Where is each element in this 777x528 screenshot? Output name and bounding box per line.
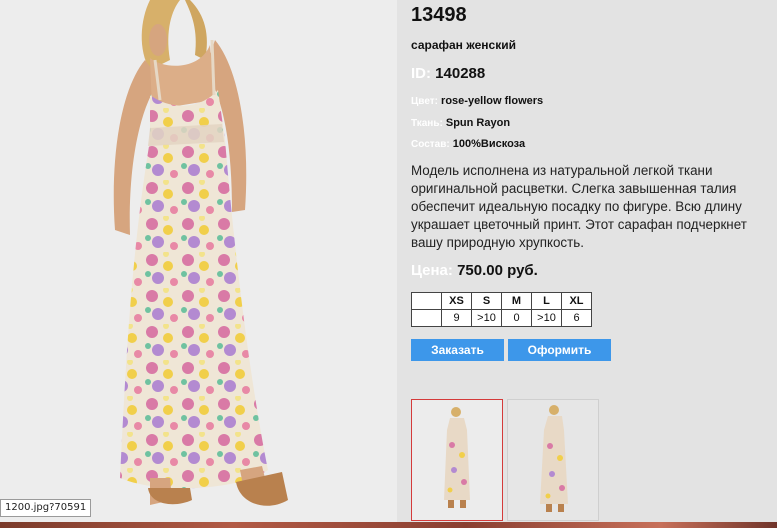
image-url-tag: 1200.jpg?70591 [0, 499, 92, 517]
size-header-row: XS S M L XL [411, 292, 592, 310]
fabric-attribute: Ткань: Spun Rayon [411, 117, 510, 129]
color-label: Цвет: [411, 96, 438, 107]
price-value: 750.00 руб. [457, 262, 538, 279]
thumbnail-back-image [508, 400, 598, 520]
stock-cell: 9 [441, 309, 472, 327]
price-row: Цена: 750.00 руб. [411, 262, 538, 279]
product-id: ID: 140288 [411, 65, 485, 82]
color-attribute: Цвет: rose-yellow flowers [411, 95, 543, 107]
size-header-cell: L [531, 292, 562, 310]
composition-attribute: Состав: 100%Вискоза [411, 138, 525, 150]
stock-cell: 6 [561, 309, 592, 327]
size-header-cell: XS [441, 292, 472, 310]
composition-value: 100%Вискоза [452, 138, 526, 150]
size-stock-table: XS S M L XL 9 >10 0 >10 6 [411, 292, 592, 327]
size-header-empty [411, 292, 442, 310]
thumbnail-front-image [412, 400, 502, 520]
checkout-button[interactable]: Оформить [508, 339, 611, 361]
price-label: Цена: [411, 262, 453, 279]
size-header-cell: XL [561, 292, 592, 310]
size-stock-row: 9 >10 0 >10 6 [411, 309, 592, 327]
main-product-photo: 1200.jpg?70591 [0, 0, 397, 528]
stock-empty-cell [411, 309, 442, 327]
order-button[interactable]: Заказать [411, 339, 504, 361]
thumbnail-back[interactable] [507, 399, 599, 521]
product-subtitle: сарафан женский [411, 38, 516, 52]
thumbnail-front[interactable] [411, 399, 503, 521]
stock-cell: 0 [501, 309, 532, 327]
fabric-label: Ткань: [411, 118, 443, 129]
size-header-cell: S [471, 292, 502, 310]
dress-model-image [0, 0, 397, 528]
stock-cell: >10 [531, 309, 562, 327]
bottom-decorative-strip [0, 522, 777, 528]
product-title: 13498 [411, 4, 467, 26]
size-header-cell: M [501, 292, 532, 310]
composition-label: Состав: [411, 139, 450, 150]
product-description: Модель исполнена из натуральной легкой т… [411, 163, 747, 250]
id-label: ID: [411, 65, 431, 82]
stock-cell: >10 [471, 309, 502, 327]
fabric-value: Spun Rayon [445, 117, 511, 129]
color-value: rose-yellow flowers [441, 95, 544, 107]
id-value: 140288 [435, 65, 486, 82]
